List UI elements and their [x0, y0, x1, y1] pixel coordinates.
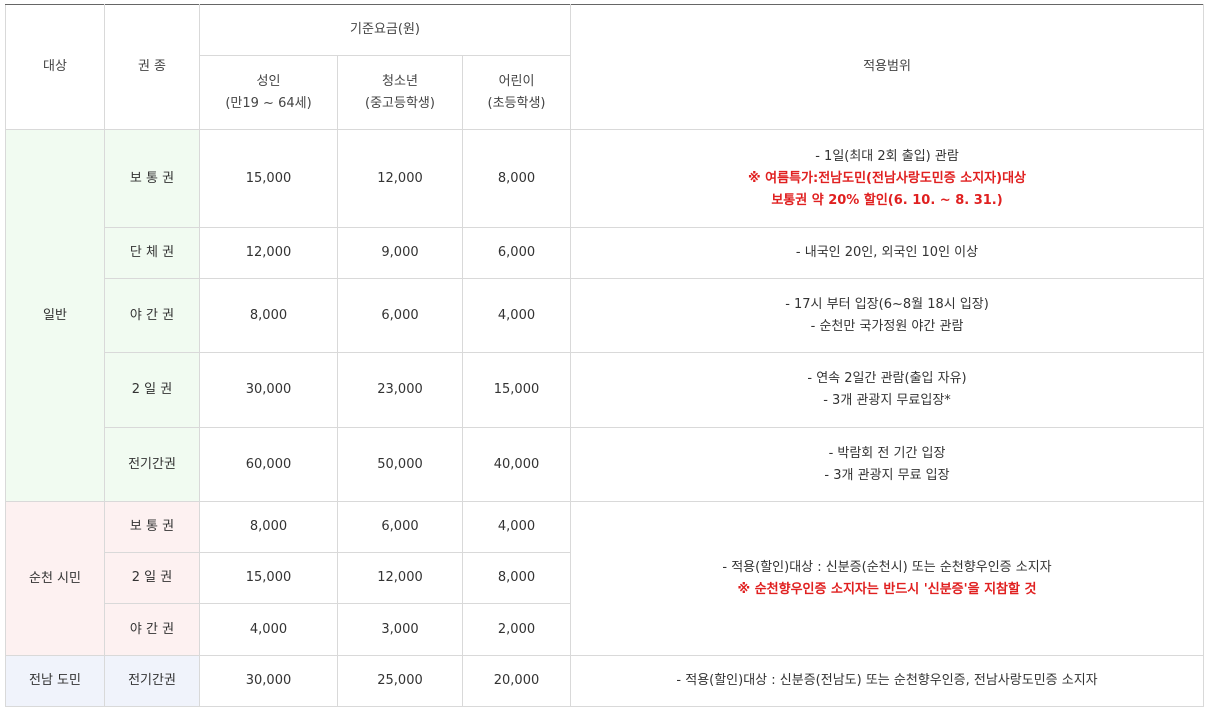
table-row: 2 일 권 30,000 23,000 15,000 - 연속 2일간 관람(출… [6, 352, 1205, 428]
scope-line: - 연속 2일간 관람(출입 자유) [807, 371, 967, 386]
youth-fee: 3,000 [337, 603, 463, 656]
group-citizen: 순천 시민 [5, 501, 105, 656]
youth-fee: 12,000 [337, 552, 463, 604]
scope-cell: - 내국인 20인, 외국인 10인 이상 [570, 227, 1205, 279]
header-base-fee: 기준요금(원) [198, 4, 572, 56]
adult-fee: 8,000 [199, 501, 338, 553]
ticket-cell: 야 간 권 [104, 278, 200, 353]
adult-fee: 4,000 [199, 603, 338, 656]
scope-line: - 3개 관광지 무료 입장 [824, 467, 950, 483]
ticket-cell: 단 체 권 [104, 227, 200, 279]
child-fee: 6,000 [461, 227, 572, 279]
table-row: 전남 도민 전기간권 30,000 25,000 20,000 - 적용(할인)… [5, 655, 1205, 707]
header-youth-line1: 청소년 [382, 73, 418, 89]
child-fee: 2,000 [461, 603, 572, 656]
child-fee: 4,000 [461, 501, 572, 553]
scope-line: - 내국인 20인, 외국인 10인 이상 [795, 245, 979, 260]
adult-fee: 15,000 [199, 129, 338, 228]
ticket-cell: 전기간권 [104, 427, 200, 502]
header-child-line2: (초등학생) [487, 95, 546, 111]
youth-fee: 6,000 [337, 501, 463, 553]
scope-line: - 3개 관광지 무료입장* [823, 393, 951, 408]
table-row: 순천 시민 보 통 권 8,000 6,000 4,000 - 적용(할인)대상… [5, 501, 1205, 656]
header-ticket-type: 권 종 [104, 4, 200, 130]
scope-line: - 적용(할인)대상 : 신분증(순천시) 또는 순천향우인증 소지자 [722, 559, 1052, 575]
adult-fee: 30,000 [199, 655, 338, 707]
ticket-cell: 보 통 권 [104, 501, 200, 553]
promo-line: 보통권 약 20% 할인(6. 10. ~ 8. 31.) [771, 192, 1003, 208]
scope-line: - 17시 부터 입장(6~8월 18시 입장) [785, 296, 989, 312]
notice-line: ※ 순천향우인증 소지자는 반드시 '신분증'을 지참할 것 [737, 581, 1037, 597]
header-adult-line2: (만19 ~ 64세) [225, 95, 312, 111]
table-row: 야 간 권 8,000 6,000 4,000 - 17시 부터 입장(6~8월… [6, 278, 1205, 353]
scope-cell: - 1일(최대 2회 출입) 관람 ※ 여름특가:전남도민(전남사랑도민증 소지… [570, 129, 1205, 228]
adult-fee: 30,000 [199, 352, 338, 428]
header-child-line1: 어린이 [498, 73, 535, 89]
youth-fee: 9,000 [337, 227, 463, 279]
header-youth-line2: (중고등학생) [365, 95, 435, 111]
ticket-cell: 2 일 권 [104, 352, 200, 428]
adult-fee: 12,000 [199, 227, 338, 279]
ticket-cell: 전기간권 [104, 655, 200, 707]
promo-line: ※ 여름특가:전남도민(전남사랑도민증 소지자)대상 [748, 170, 1026, 186]
header-youth: 청소년 (중고등학생) [337, 55, 463, 130]
table-row: 단 체 권 12,000 9,000 6,000 - 내국인 20인, 외국인 … [6, 227, 1205, 279]
child-fee: 8,000 [461, 552, 572, 604]
scope-cell: - 적용(할인)대상 : 신분증(순천시) 또는 순천향우인증 소지자 ※ 순천… [570, 501, 1205, 656]
scope-cell: - 박람회 전 기간 입장 - 3개 관광지 무료 입장 [570, 427, 1205, 502]
ticket-cell: 보 통 권 [104, 129, 200, 228]
child-fee: 4,000 [461, 278, 572, 353]
header-adult-line1: 성인 [256, 73, 281, 89]
youth-fee: 6,000 [337, 278, 463, 353]
ticket-cell: 2 일 권 [104, 552, 200, 604]
youth-fee: 12,000 [337, 129, 463, 228]
table-row: 일반 보 통 권 15,000 12,000 8,000 - 1일(최대 2회 … [5, 129, 1205, 502]
child-fee: 15,000 [461, 352, 572, 428]
scope-line: - 적용(할인)대상 : 신분증(전남도) 또는 순천향우인증, 전남사랑도민증… [676, 673, 1098, 688]
child-fee: 8,000 [461, 129, 572, 228]
header-scope: 적용범위 [570, 4, 1205, 130]
youth-fee: 50,000 [337, 427, 463, 502]
youth-fee: 23,000 [337, 352, 463, 428]
group-provincial: 전남 도민 [5, 655, 105, 707]
youth-fee: 25,000 [337, 655, 463, 707]
ticket-cell: 야 간 권 [104, 603, 200, 656]
scope-cell: - 17시 부터 입장(6~8월 18시 입장) - 순천만 국가정원 야간 관… [570, 278, 1205, 353]
header-adult: 성인 (만19 ~ 64세) [199, 55, 338, 130]
fee-table: 대상 권 종 기준요금(원) 적용범위 성인 (만19 ~ 64세) 청소년 (… [5, 4, 1205, 707]
adult-fee: 8,000 [199, 278, 338, 353]
header-target: 대상 [5, 4, 105, 130]
child-fee: 40,000 [461, 427, 572, 502]
scope-cell: - 적용(할인)대상 : 신분증(전남도) 또는 순천향우인증, 전남사랑도민증… [570, 655, 1205, 707]
child-fee: 20,000 [461, 655, 572, 707]
scope-line: - 박람회 전 기간 입장 [828, 445, 946, 461]
adult-fee: 60,000 [199, 427, 338, 502]
scope-line: - 순천만 국가정원 야간 관람 [810, 318, 964, 334]
scope-cell: - 연속 2일간 관람(출입 자유) - 3개 관광지 무료입장* [570, 352, 1205, 428]
header-child: 어린이 (초등학생) [461, 55, 572, 130]
group-general: 일반 [5, 129, 105, 502]
adult-fee: 15,000 [199, 552, 338, 604]
scope-line: - 1일(최대 2회 출입) 관람 [815, 148, 959, 164]
table-row: 전기간권 60,000 50,000 40,000 - 박람회 전 기간 입장 … [6, 427, 1205, 502]
